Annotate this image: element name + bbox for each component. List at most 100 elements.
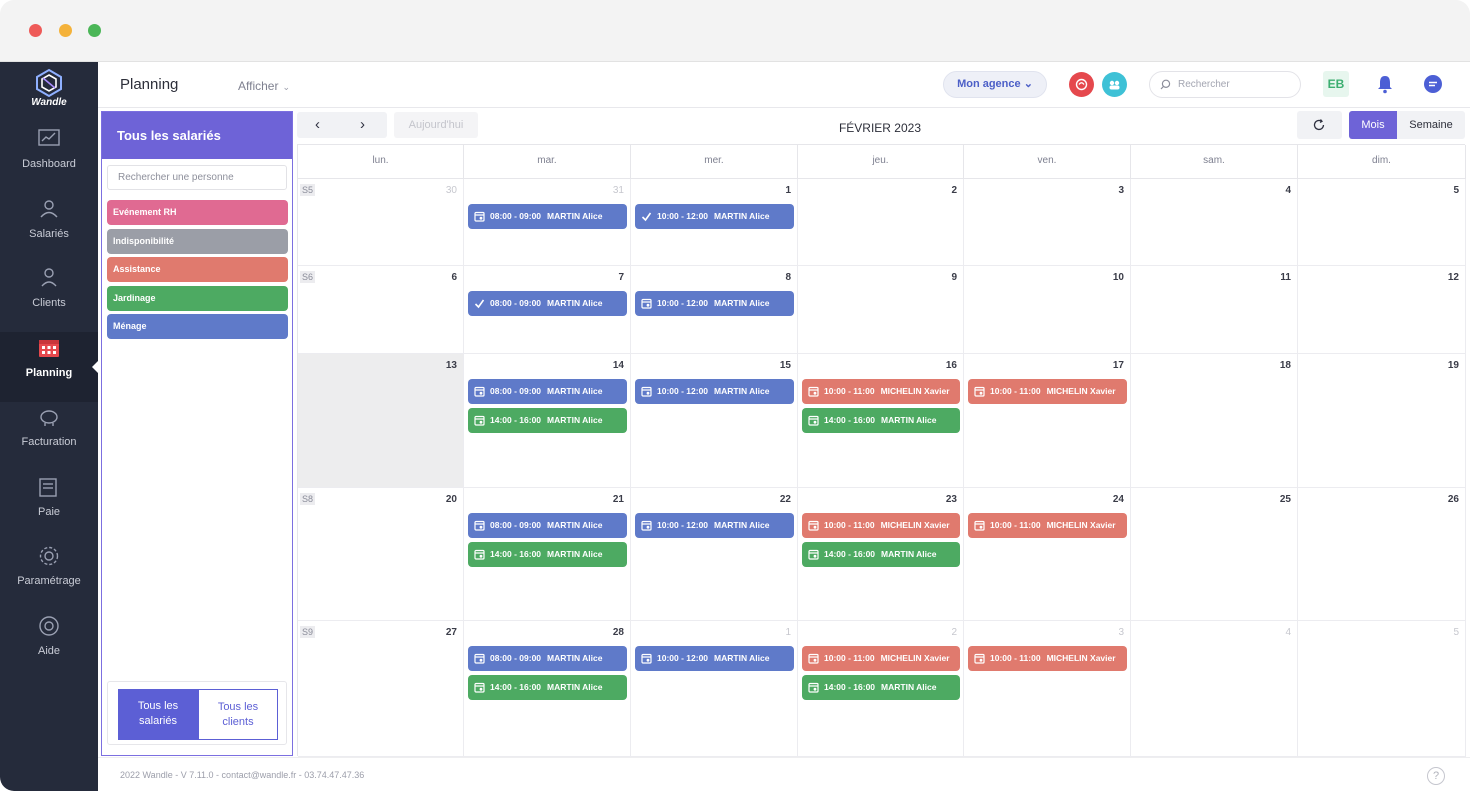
day-cell[interactable]: 16 10:00 - 11:00 MICHELIN Xavier 14:00 - 16… xyxy=(798,354,964,488)
user-avatar[interactable]: EB xyxy=(1323,71,1349,97)
day-cell[interactable]: 9 xyxy=(798,266,964,354)
calendar-event[interactable]: 08:00 - 09:00 MARTIN Alice xyxy=(468,291,627,316)
calendar-event[interactable]: 10:00 - 11:00 MICHELIN Xavier xyxy=(802,513,960,538)
refresh-button[interactable] xyxy=(1297,111,1342,139)
nav-item-planning[interactable]: Planning xyxy=(0,331,99,402)
bell-icon[interactable] xyxy=(1376,74,1394,94)
day-cell[interactable]: 11 xyxy=(1131,266,1298,354)
team-action-button[interactable] xyxy=(1102,72,1127,97)
day-cell[interactable]: 25 xyxy=(1131,488,1298,621)
category-filter[interactable]: Jardinage xyxy=(107,285,288,311)
day-cell[interactable]: 19 xyxy=(1298,354,1466,488)
nav-item-dashboard[interactable]: Dashboard xyxy=(0,123,98,193)
calendar-event[interactable]: 10:00 - 12:00 MARTIN Alice xyxy=(635,204,794,229)
calendar-event[interactable]: 08:00 - 09:00 MARTIN Alice xyxy=(468,204,627,229)
day-cell[interactable]: 6 S6 xyxy=(298,266,464,354)
global-search-input[interactable]: Rechercher xyxy=(1149,71,1301,98)
view-month-button[interactable]: Mois xyxy=(1349,111,1397,139)
maximize-window-button[interactable] xyxy=(88,24,101,37)
day-cell[interactable]: 12 xyxy=(1298,266,1466,354)
day-cell[interactable]: 1 10:00 - 12:00 MARTIN Alice xyxy=(631,179,798,266)
help-icon[interactable]: ? xyxy=(1427,767,1445,785)
nav-item-aide[interactable]: Aide xyxy=(0,610,98,680)
nav-item-parametrage[interactable]: Paramétrage xyxy=(0,540,98,610)
calendar-event[interactable]: 10:00 - 11:00 MICHELIN Xavier xyxy=(802,379,960,404)
day-cell[interactable]: 24 10:00 - 11:00 MICHELIN Xavier xyxy=(964,488,1131,621)
app-logo[interactable]: Wandle xyxy=(0,62,98,110)
toggle-clients-line2: clients xyxy=(222,716,254,728)
day-cell[interactable]: 14 08:00 - 09:00 MARTIN Alice 14:00 - 16:00… xyxy=(464,354,631,488)
category-filter[interactable]: Assistance xyxy=(107,257,288,282)
day-cell[interactable]: 3 10:00 - 11:00 MICHELIN Xavier xyxy=(964,621,1131,757)
calendar-event[interactable]: 10:00 - 12:00 MARTIN Alice xyxy=(635,646,794,671)
day-cell[interactable]: 18 xyxy=(1131,354,1298,488)
day-cell[interactable]: 23 10:00 - 11:00 MICHELIN Xavier 14:00 - 16… xyxy=(798,488,964,621)
day-cell[interactable]: 31 08:00 - 09:00 MARTIN Alice xyxy=(464,179,631,266)
day-cell[interactable]: 17 10:00 - 11:00 MICHELIN Xavier xyxy=(964,354,1131,488)
today-button[interactable]: Aujourd'hui xyxy=(394,112,478,138)
event-person: MICHELIN Xavier xyxy=(880,653,950,663)
calendar-event[interactable]: 10:00 - 12:00 MARTIN Alice xyxy=(635,291,794,316)
event-person: MARTIN Alice xyxy=(547,682,603,692)
person-search-input[interactable]: Rechercher une personne xyxy=(107,165,287,190)
category-filter[interactable]: Ménage xyxy=(107,314,288,339)
calendar-event[interactable]: 08:00 - 09:00 MARTIN Alice xyxy=(468,513,627,538)
day-cell[interactable]: 2 10:00 - 11:00 MICHELIN Xavier 14:00 - 16:… xyxy=(798,621,964,757)
nav-item-paie[interactable]: Paie xyxy=(0,471,98,541)
close-window-button[interactable] xyxy=(29,24,42,37)
calendar-event[interactable]: 08:00 - 09:00 MARTIN Alice xyxy=(468,379,627,404)
calendar-event[interactable]: 10:00 - 12:00 MARTIN Alice xyxy=(635,379,794,404)
day-cell[interactable]: 30 S5 xyxy=(298,179,464,266)
day-cell[interactable]: 27 S9 xyxy=(298,621,464,757)
day-cell[interactable]: 3 xyxy=(964,179,1131,266)
chevron-down-icon: ⌄ xyxy=(1023,78,1033,90)
day-cell[interactable]: 15 10:00 - 12:00 MARTIN Alice xyxy=(631,354,798,488)
day-cell[interactable]: 20 S8 xyxy=(298,488,464,621)
nav-item-facturation[interactable]: Facturation xyxy=(0,401,98,471)
category-filter[interactable]: Evénement RH xyxy=(107,200,288,225)
calendar-event[interactable]: 10:00 - 12:00 MARTIN Alice xyxy=(635,513,794,538)
calendar-event[interactable]: 10:00 - 11:00 MICHELIN Xavier xyxy=(968,379,1127,404)
calendar-event[interactable]: 14:00 - 16:00 MARTIN Alice xyxy=(802,542,960,567)
toggle-all-clients[interactable]: Tous les clients xyxy=(198,689,278,740)
day-number: 5 xyxy=(1453,627,1459,638)
calendar-event[interactable]: 14:00 - 16:00 MARTIN Alice xyxy=(802,408,960,433)
day-cell[interactable]: 4 xyxy=(1131,179,1298,266)
day-number: 5 xyxy=(1453,185,1459,196)
day-cell[interactable]: 8 10:00 - 12:00 MARTIN Alice xyxy=(631,266,798,354)
prev-month-button[interactable]: ‹ xyxy=(315,116,320,133)
afficher-dropdown[interactable]: Afficher ⌄ xyxy=(238,79,290,93)
calendar-event[interactable]: 08:00 - 09:00 MARTIN Alice xyxy=(468,646,627,671)
day-cell[interactable]: 5 xyxy=(1298,621,1466,757)
calendar-event[interactable]: 14:00 - 16:00 MARTIN Alice xyxy=(468,542,627,567)
day-cell[interactable]: 28 08:00 - 09:00 MARTIN Alice 14:00 - 16:00… xyxy=(464,621,631,757)
nav-item-salaries[interactable]: Salariés xyxy=(0,193,98,263)
day-cell[interactable]: 5 xyxy=(1298,179,1466,266)
nav-item-clients[interactable]: Clients xyxy=(0,262,98,332)
chat-icon[interactable] xyxy=(1423,74,1443,94)
day-cell[interactable]: 10 xyxy=(964,266,1131,354)
day-cell[interactable]: 7 08:00 - 09:00 MARTIN Alice xyxy=(464,266,631,354)
day-cell[interactable]: 13 xyxy=(298,354,464,488)
toggle-all-employees[interactable]: Tous les salariés xyxy=(118,689,198,740)
calendar-event[interactable]: 14:00 - 16:00 MARTIN Alice xyxy=(468,675,627,700)
day-cell[interactable]: 1 10:00 - 12:00 MARTIN Alice xyxy=(631,621,798,757)
calendar-event[interactable]: 10:00 - 11:00 MICHELIN Xavier xyxy=(968,513,1127,538)
view-week-button[interactable]: Semaine xyxy=(1397,111,1465,139)
calendar-event[interactable]: 14:00 - 16:00 MARTIN Alice xyxy=(802,675,960,700)
calendar-event[interactable]: 14:00 - 16:00 MARTIN Alice xyxy=(468,408,627,433)
day-cell[interactable]: 2 xyxy=(798,179,964,266)
day-number: 13 xyxy=(445,360,457,371)
day-cell[interactable]: 22 10:00 - 12:00 MARTIN Alice xyxy=(631,488,798,621)
day-cell[interactable]: 26 xyxy=(1298,488,1466,621)
day-cell[interactable]: 21 08:00 - 09:00 MARTIN Alice 14:00 - 16:00… xyxy=(464,488,631,621)
next-month-button[interactable]: › xyxy=(360,116,365,133)
calendar-event[interactable]: 10:00 - 11:00 MICHELIN Xavier xyxy=(968,646,1127,671)
category-filter[interactable]: Indisponibilité xyxy=(107,228,288,254)
phone-action-button[interactable] xyxy=(1069,72,1094,97)
calendar-event[interactable]: 10:00 - 11:00 MICHELIN Xavier xyxy=(802,646,960,671)
agency-selector[interactable]: Mon agence ⌄ xyxy=(943,71,1047,98)
day-cell[interactable]: 4 xyxy=(1131,621,1298,757)
minimize-window-button[interactable] xyxy=(59,24,72,37)
wandle-logo-icon xyxy=(36,68,62,98)
